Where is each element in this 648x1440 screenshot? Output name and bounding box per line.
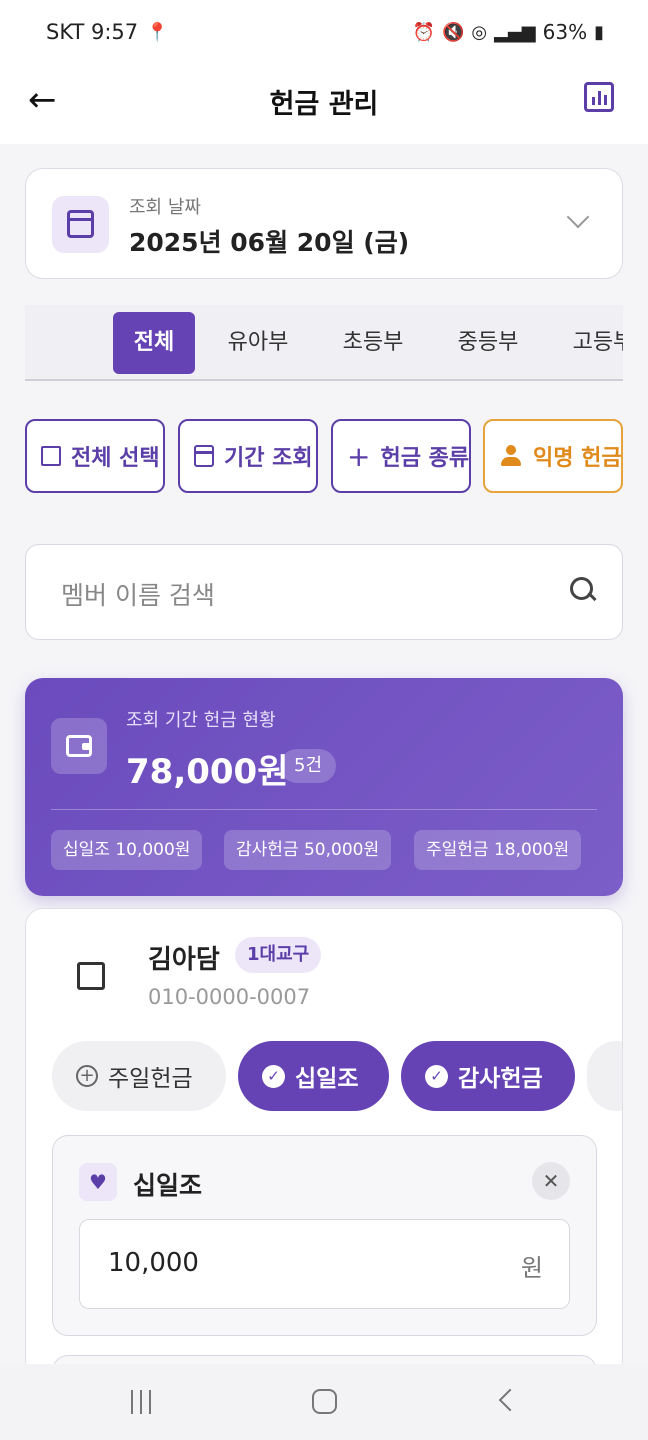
amount-value: 10,000 (108, 1248, 199, 1278)
search-input[interactable]: 멤버 이름 검색 (61, 576, 215, 612)
wallet-icon (66, 735, 92, 757)
recent-apps-icon[interactable] (131, 1390, 151, 1414)
chevron-down-icon (566, 205, 590, 229)
tab-middle[interactable]: 중등부 (443, 312, 533, 374)
close-icon[interactable]: ✕ (532, 1162, 570, 1200)
plus-icon: + (347, 439, 371, 473)
anonymous-person-icon (499, 445, 523, 467)
pill-more[interactable] (587, 1041, 622, 1111)
alarm-icon: ⏰ (412, 21, 435, 43)
offering-type-button[interactable]: + 헌금 종류 (331, 419, 471, 493)
divider (51, 809, 597, 810)
status-bar: SKT 9:57 📍 ⏰ 🔇 ◎ ▂▄▆ 63% ▮ (0, 0, 648, 66)
status-left: SKT 9:57 📍 (46, 20, 169, 44)
summary-count-badge: 5건 (280, 749, 337, 783)
back-nav-icon[interactable] (498, 1388, 522, 1412)
member-card: 김아담 1대교구 010-0000-0007 + 주일헌금 ✓ 십일조 ✓ 감사… (25, 908, 623, 1378)
pill-tithe[interactable]: ✓ 십일조 (238, 1041, 389, 1111)
period-label: 기간 조회 (224, 446, 313, 471)
check-circle-icon: ✓ (262, 1064, 285, 1088)
summary-chip-tithe: 십일조 10,000원 (51, 830, 203, 870)
entry-title: 십일조 (133, 1171, 203, 1200)
pill-label: 십일조 (295, 1066, 359, 1092)
status-right: ⏰ 🔇 ◎ ▂▄▆ 63% ▮ (413, 20, 604, 44)
tab-high[interactable]: 고등부 (558, 312, 623, 374)
period-button[interactable]: 기간 조회 (178, 419, 318, 493)
member-phone: 010-0000-0007 (148, 985, 311, 1009)
select-all-label: 전체 선택 (71, 446, 160, 471)
anonymous-label: 익명 헌금 (533, 446, 622, 471)
system-nav-bar (0, 1364, 648, 1440)
app-bar: ← 헌금 관리 (0, 66, 648, 144)
hotspot-icon: ◎ (471, 21, 488, 43)
page-title: 헌금 관리 (269, 89, 379, 120)
offering-type-label: 헌금 종류 (380, 446, 470, 471)
select-all-button[interactable]: 전체 선택 (25, 419, 165, 493)
anonymous-offering-button[interactable]: 익명 헌금 (483, 419, 623, 493)
department-tabs: 전체 유아부 초등부 중등부 고등부 (25, 305, 623, 381)
checkbox-icon (41, 446, 61, 466)
wallet-icon-box (51, 718, 107, 774)
pill-thanks-offering[interactable]: ✓ 감사헌금 (401, 1041, 575, 1111)
date-picker[interactable]: 조회 날짜 2025년 06월 20일 (금) (25, 168, 623, 279)
pill-label: 주일헌금 (108, 1066, 193, 1092)
signal-icon: ▂▄▆ (494, 21, 536, 43)
calendar-icon (194, 445, 214, 467)
date-label: 조회 날짜 (129, 197, 201, 218)
pill-sunday-offering[interactable]: + 주일헌금 (52, 1041, 226, 1111)
summary-label: 조회 기간 헌금 현황 (126, 710, 276, 731)
offering-entry: ♥ 십일조 ✕ 10,000 원 (52, 1135, 597, 1336)
calendar-icon-box (52, 196, 109, 253)
chart-icon[interactable] (584, 82, 614, 112)
member-group-badge: 1대교구 (235, 937, 322, 973)
battery-text: 63% (542, 20, 588, 44)
summary-amount: 78,000원 (126, 752, 289, 792)
search-icon[interactable] (570, 577, 596, 603)
search-field[interactable]: 멤버 이름 검색 (25, 544, 623, 640)
check-circle-icon: ✓ (425, 1064, 448, 1088)
location-icon: 📍 (146, 21, 169, 43)
summary-chip-thanks: 감사헌금 50,000원 (224, 830, 392, 870)
calendar-icon (67, 210, 94, 238)
hand-heart-icon: ♥ (79, 1163, 117, 1201)
member-name: 김아담 (148, 945, 220, 975)
date-value: 2025년 06월 20일 (금) (129, 228, 410, 257)
home-icon[interactable] (312, 1389, 337, 1414)
tab-all[interactable]: 전체 (113, 312, 195, 374)
mute-icon: 🔇 (441, 21, 465, 43)
tab-elementary[interactable]: 초등부 (328, 312, 418, 374)
carrier-time: SKT 9:57 (46, 20, 139, 44)
pill-label: 감사헌금 (458, 1066, 543, 1092)
tab-infant[interactable]: 유아부 (213, 312, 303, 374)
summary-card: 조회 기간 헌금 현황 78,000원 5건 십일조 10,000원 감사헌금 … (25, 678, 623, 896)
summary-chip-sunday: 주일헌금 18,000원 (414, 830, 582, 870)
amount-unit: 원 (520, 1254, 543, 1282)
member-checkbox[interactable] (77, 962, 105, 990)
battery-icon: ▮ (594, 21, 604, 43)
add-circle-icon: + (76, 1065, 98, 1087)
amount-input[interactable]: 10,000 원 (79, 1219, 570, 1309)
